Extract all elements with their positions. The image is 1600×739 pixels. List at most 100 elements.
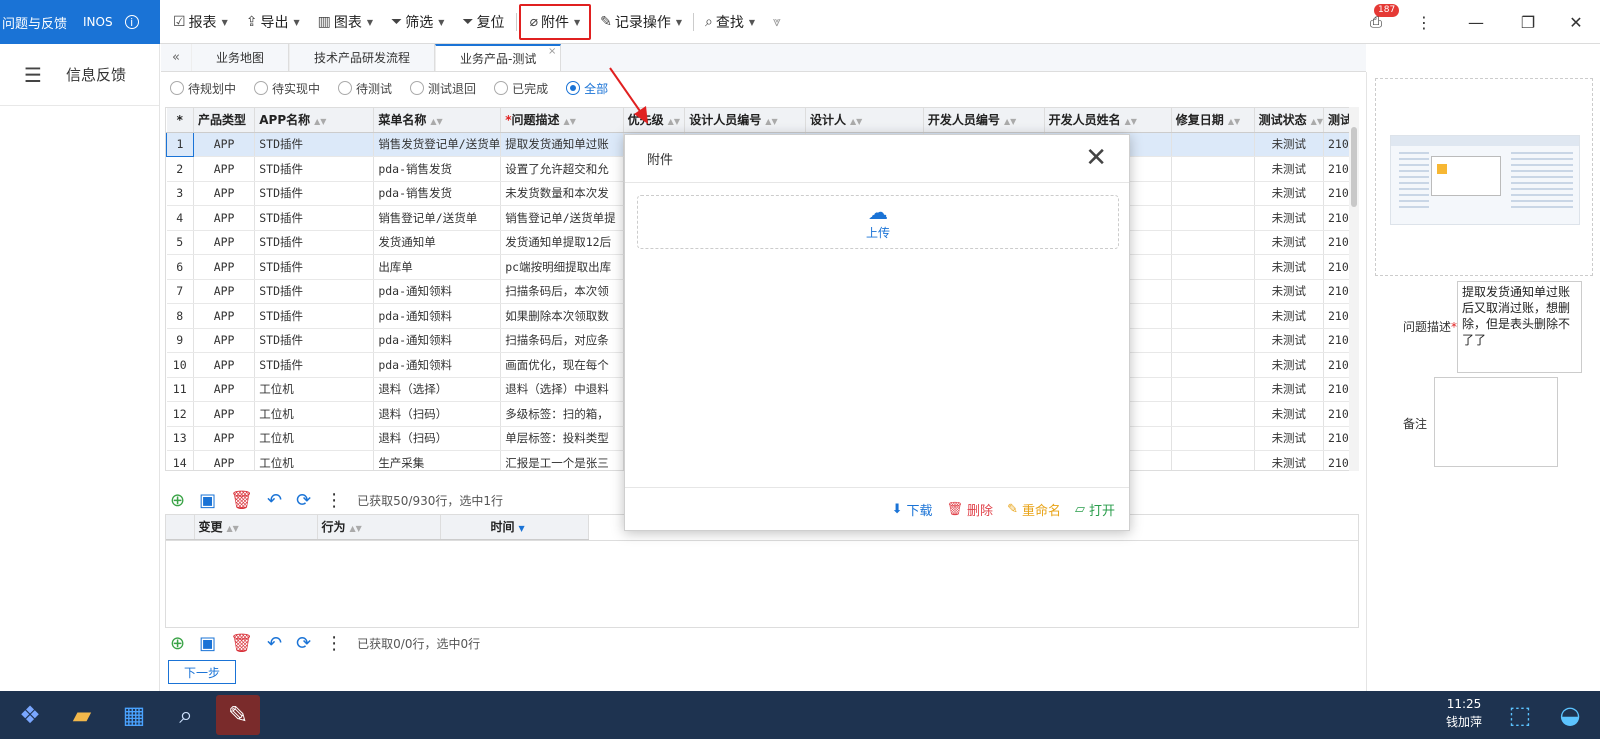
table-cell[interactable]: STD插件: [254, 303, 375, 329]
table-cell[interactable]: 3: [166, 181, 194, 206]
table-cell[interactable]: pda-销售发货: [373, 181, 502, 206]
table-cell[interactable]: [1171, 303, 1255, 329]
radio-circle[interactable]: [494, 81, 509, 95]
table-cell[interactable]: 6: [166, 254, 194, 280]
table-cell[interactable]: pda-通知领料: [373, 328, 502, 353]
table-cell[interactable]: 工位机: [254, 450, 375, 470]
table-cell[interactable]: 2: [166, 156, 194, 182]
column-header[interactable]: 行为 ▲▼: [317, 515, 441, 540]
table-cell[interactable]: 未测试: [1254, 401, 1324, 427]
table-cell[interactable]: [1171, 230, 1255, 255]
attachment-preview[interactable]: [1375, 78, 1593, 276]
delete-button[interactable]: 🗑 删除: [947, 500, 994, 519]
table-cell[interactable]: APP: [193, 279, 256, 304]
search-icon[interactable]: ⌕: [164, 695, 208, 735]
table-cell[interactable]: 未测试: [1254, 426, 1324, 451]
chart-button[interactable]: ▥ 图表 ▼: [309, 4, 382, 40]
refresh-icon[interactable]: ⟳: [296, 633, 311, 654]
report-button[interactable]: ☑ 报表 ▼: [164, 4, 237, 40]
table-cell[interactable]: 扫描条码后，本次领: [500, 279, 624, 304]
table-cell[interactable]: 退料（扫码）: [373, 401, 502, 427]
table-cell[interactable]: APP: [193, 426, 256, 451]
table-cell[interactable]: 9: [166, 328, 194, 353]
table-cell[interactable]: 未测试: [1254, 303, 1324, 329]
table-cell[interactable]: 设置了允许超交和允: [500, 156, 624, 182]
table-cell[interactable]: 未测试: [1254, 254, 1324, 280]
table-cell[interactable]: 13: [166, 426, 194, 451]
table-cell[interactable]: STD插件: [254, 328, 375, 353]
table-cell[interactable]: 1: [166, 131, 194, 157]
table-cell[interactable]: STD插件: [254, 205, 375, 231]
filter-radio-5[interactable]: 全部: [566, 80, 608, 97]
filter-radio-3[interactable]: 测试退回: [410, 80, 476, 97]
table-cell[interactable]: APP: [193, 254, 256, 280]
app-icon[interactable]: ✎: [216, 695, 260, 735]
table-cell[interactable]: 画面优化，现在每个: [500, 352, 624, 378]
table-cell[interactable]: 单层标签：投料类型: [500, 426, 624, 451]
more-vertical-icon[interactable]: ⋮: [1400, 13, 1448, 32]
tab-1[interactable]: 技术产品研发流程: [289, 44, 436, 71]
table-cell[interactable]: APP: [193, 230, 256, 255]
attach-button[interactable]: ⌀ 附件 ▼: [518, 4, 592, 40]
table-cell[interactable]: 汇报是工一个是张三: [500, 450, 624, 470]
filter-radio-4[interactable]: 已完成: [494, 80, 548, 97]
table-cell[interactable]: STD插件: [254, 132, 375, 157]
table-cell[interactable]: APP: [193, 401, 256, 427]
folder-icon[interactable]: ▰: [60, 695, 104, 735]
table-cell[interactable]: 销售登记单/送货单提: [500, 205, 624, 231]
table-cell[interactable]: 生产采集: [373, 450, 502, 470]
network-icon[interactable]: ◒: [1548, 695, 1592, 735]
table-cell[interactable]: 4: [166, 205, 194, 231]
table-cell[interactable]: 14: [166, 450, 194, 470]
launcher-icon[interactable]: ❖: [8, 695, 52, 735]
table-cell[interactable]: pda-通知领料: [373, 303, 502, 329]
more-icon[interactable]: ⋮: [325, 633, 343, 654]
app-brand[interactable]: 问题与反馈 INOS i: [0, 0, 160, 44]
sort-icon[interactable]: ▲▼: [668, 117, 680, 126]
table-cell[interactable]: APP: [193, 303, 256, 329]
table-cell[interactable]: pda-销售发货: [373, 156, 502, 182]
rename-button[interactable]: ✎ 重命名: [1007, 500, 1061, 519]
sort-icon[interactable]: ▲▼: [765, 117, 777, 126]
column-header[interactable]: 开发人员姓名 ▲▼: [1044, 108, 1172, 133]
delete-icon[interactable]: 🗑: [230, 490, 253, 511]
tab-2[interactable]: 业务产品-测试 ×: [435, 44, 562, 71]
table-cell[interactable]: 未测试: [1254, 352, 1324, 378]
table-cell[interactable]: 11: [166, 377, 194, 402]
notification-icon[interactable]: ⎙ 187: [1352, 4, 1400, 31]
table-cell[interactable]: 未测试: [1254, 156, 1324, 182]
table-cell[interactable]: [1171, 401, 1255, 427]
table-cell[interactable]: STD插件: [254, 156, 375, 182]
column-header[interactable]: 修复日期 ▲▼: [1171, 108, 1255, 133]
save-icon[interactable]: ▣: [199, 490, 216, 511]
table-cell[interactable]: APP: [193, 352, 256, 378]
table-cell[interactable]: 退料（选择）: [373, 377, 502, 402]
table-cell[interactable]: 发货通知单提取12后: [500, 230, 624, 255]
filter-radio-0[interactable]: 待规划中: [170, 80, 236, 97]
sort-icon[interactable]: ▲▼: [564, 117, 576, 126]
scroll-thumb[interactable]: [1351, 127, 1357, 207]
sort-icon[interactable]: ▲▼: [850, 117, 862, 126]
table-cell[interactable]: 工位机: [254, 401, 375, 427]
table-cell[interactable]: STD插件: [254, 352, 375, 378]
column-header[interactable]: 时间 ▼: [440, 515, 589, 540]
table-cell[interactable]: [1171, 181, 1255, 206]
sidebar-header[interactable]: ☰ 信息反馈: [0, 44, 159, 106]
tab-close-icon[interactable]: ×: [548, 46, 556, 58]
table-cell[interactable]: 如果删除本次领取数: [500, 303, 624, 329]
info-icon[interactable]: i: [124, 15, 139, 29]
sort-icon[interactable]: ▲▼: [1004, 117, 1016, 126]
download-button[interactable]: ⬇ 下载: [892, 500, 933, 519]
table-cell[interactable]: 未测试: [1254, 279, 1324, 304]
sort-icon[interactable]: ▲▼: [314, 117, 326, 126]
column-header[interactable]: 变更 ▲▼: [194, 515, 318, 540]
table-cell[interactable]: [1171, 254, 1255, 280]
open-button[interactable]: ▱ 打开: [1075, 500, 1115, 519]
reset-button[interactable]: ⏷ 复位: [453, 4, 513, 40]
sort-icon[interactable]: ▲▼: [350, 524, 362, 533]
column-header[interactable]: 设计人 ▲▼: [805, 108, 924, 133]
column-header[interactable]: 开发人员编号 ▲▼: [923, 108, 1045, 133]
sort-icon[interactable]: ▲▼: [227, 524, 239, 533]
table-cell[interactable]: 未测试: [1254, 230, 1324, 255]
table-cell[interactable]: 多级标签：扫的箱，: [500, 401, 624, 427]
